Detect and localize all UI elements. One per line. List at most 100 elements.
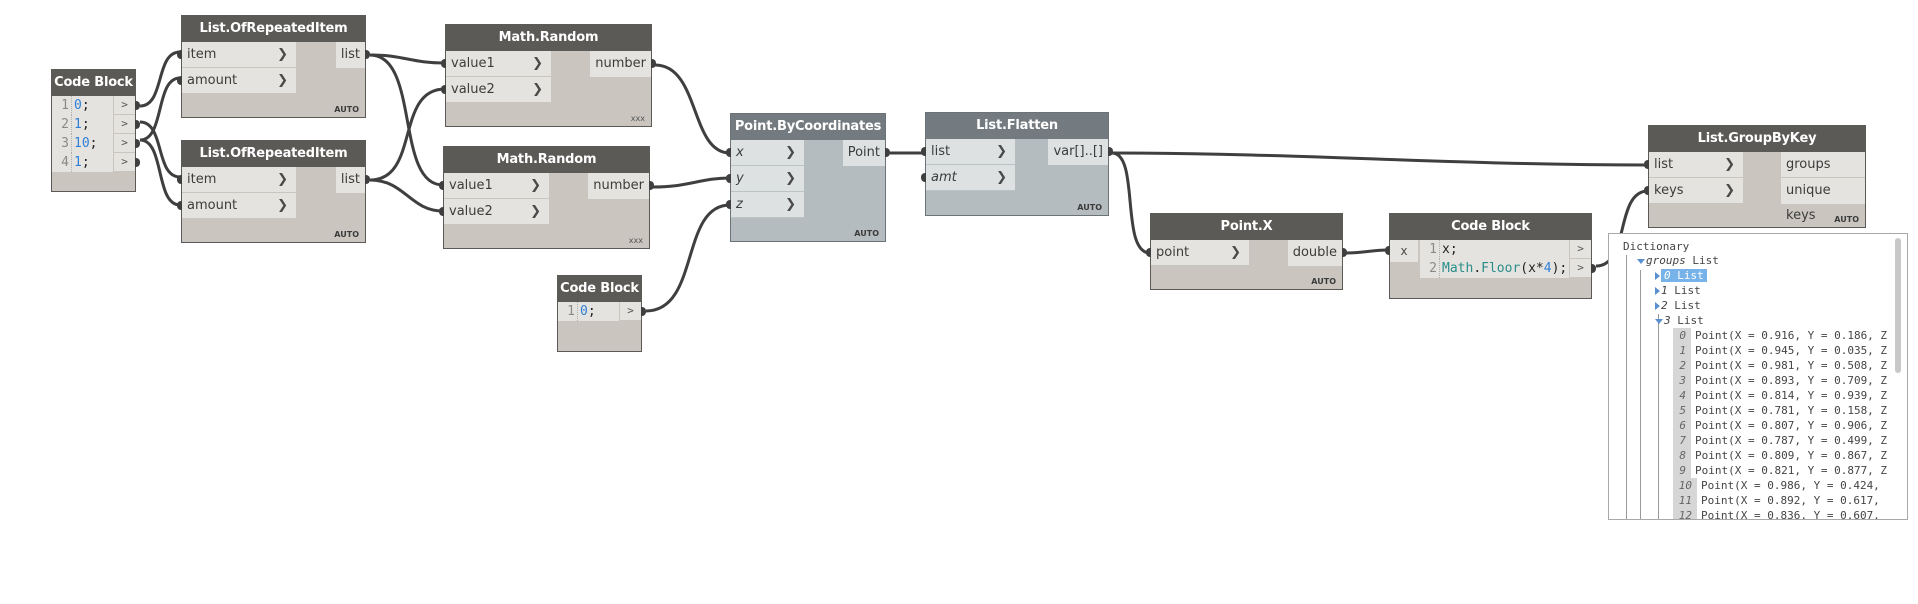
code-line[interactable]: 2 Math.Floor(x*4); xyxy=(1420,259,1570,278)
code-block-node[interactable]: Code Block 1 0; > xyxy=(557,275,646,352)
input-port-list[interactable]: list ❯ xyxy=(921,139,1015,165)
code-line[interactable]: 4 1; xyxy=(52,153,114,172)
lacing-indicator[interactable]: xxx xyxy=(631,114,645,123)
list-flatten-node[interactable]: List.Flatten list ❯ amt ❯ var[]..[] AUTO xyxy=(921,112,1113,216)
tree-item[interactable]: 11 Point(X = 0.892, Y = 0.617, xyxy=(1673,493,1880,508)
lacing-indicator[interactable]: AUTO xyxy=(334,105,359,114)
input-port-x[interactable]: x ❯ xyxy=(726,140,804,166)
wire-cb1-1-to-repeat2-item[interactable] xyxy=(139,120,181,179)
input-port-list[interactable]: list ❯ xyxy=(1644,152,1743,178)
lacing-indicator[interactable]: AUTO xyxy=(854,229,879,238)
expand-icon[interactable] xyxy=(1637,258,1645,264)
code-line[interactable]: 1 0; xyxy=(558,302,620,321)
node-title[interactable]: List.Flatten xyxy=(926,113,1108,139)
math-random-node[interactable]: Math.Random value1 ❯ value2 ❯ number xxx xyxy=(441,24,656,127)
lacing-indicator[interactable]: xxx xyxy=(629,236,643,245)
wire-cb1-2-to-repeat1-amount[interactable] xyxy=(139,76,181,142)
output-port-list[interactable]: list xyxy=(335,167,370,193)
output-port[interactable]: > xyxy=(113,153,140,172)
node-title[interactable]: Code Block xyxy=(52,70,135,96)
node-title[interactable]: Code Block xyxy=(1390,214,1591,240)
lacing-indicator[interactable]: AUTO xyxy=(334,230,359,239)
output-port-double[interactable]: double xyxy=(1287,240,1347,266)
collapse-icon[interactable] xyxy=(1655,287,1660,295)
collapse-icon[interactable] xyxy=(1655,302,1660,310)
wire-flatten-to-groupbykey-list[interactable] xyxy=(1111,151,1649,167)
wire-random1-to-point-x[interactable] xyxy=(654,63,731,155)
node-title[interactable]: List.OfRepeatedItem xyxy=(182,141,365,167)
point-x-node[interactable]: Point.X point ❯ double AUTO xyxy=(1146,213,1347,290)
tree-node-group[interactable]: 3 List xyxy=(1655,313,1704,328)
output-port-list[interactable]: list xyxy=(335,42,370,68)
output-port-groups[interactable]: groups xyxy=(1781,152,1865,178)
input-port-item[interactable]: item ❯ xyxy=(177,42,296,68)
node-title[interactable]: Point.ByCoordinates xyxy=(731,114,885,140)
input-port-amount[interactable]: amount ❯ xyxy=(177,193,296,219)
tree-item[interactable]: 5 Point(X = 0.781, Y = 0.158, Z xyxy=(1673,403,1887,418)
collapse-icon[interactable] xyxy=(1655,272,1660,280)
code-block-node[interactable]: Code Block x 1 x; 2 Math.Floor(x*4); > > xyxy=(1385,213,1596,299)
code-line[interactable]: 2 1; xyxy=(52,115,114,134)
code-block-node[interactable]: Code Block 1 0; 2 1; 3 10; 4 1; > > > > xyxy=(51,69,140,192)
wire-cb1-3-to-repeat2-amount[interactable] xyxy=(139,138,181,207)
input-port-value2[interactable]: value2 ❯ xyxy=(439,199,549,225)
tree-item[interactable]: 0 Point(X = 0.916, Y = 0.186, Z xyxy=(1673,328,1887,343)
wire-flatten-to-pointx-point[interactable] xyxy=(1111,151,1151,255)
list-of-repeated-item-node[interactable]: List.OfRepeatedItem item ❯ amount ❯ list A… xyxy=(177,15,370,118)
wire-repeat1-to-random1-value1[interactable] xyxy=(369,53,446,65)
node-title[interactable]: List.GroupByKey xyxy=(1649,126,1865,152)
node-title[interactable]: Math.Random xyxy=(446,25,651,51)
list-group-by-key-node[interactable]: List.GroupByKey list ❯ keys ❯ groups uniqu… xyxy=(1644,125,1866,228)
tree-node-group[interactable]: 0 List xyxy=(1655,268,1707,283)
input-port-keys[interactable]: keys ❯ xyxy=(1644,178,1743,204)
tree-item[interactable]: 2 Point(X = 0.981, Y = 0.508, Z xyxy=(1673,358,1887,373)
tree-item[interactable]: 9 Point(X = 0.821, Y = 0.877, Z xyxy=(1673,463,1887,478)
tree-item[interactable]: 1 Point(X = 0.945, Y = 0.035, Z xyxy=(1673,343,1887,358)
tree-item[interactable]: 6 Point(X = 0.807, Y = 0.906, Z xyxy=(1673,418,1887,433)
input-port-x[interactable]: x xyxy=(1385,240,1418,262)
input-port-value2[interactable]: value2 ❯ xyxy=(441,77,551,103)
tree-item[interactable]: 12 Point(X = 0.836, Y = 0.607, xyxy=(1673,508,1880,519)
tree-item[interactable]: 4 Point(X = 0.814, Y = 0.939, Z xyxy=(1673,388,1887,403)
output-port[interactable]: > xyxy=(619,302,646,321)
wire-random2-to-point-y[interactable] xyxy=(652,176,731,189)
node-title[interactable]: Code Block xyxy=(558,276,641,302)
wire-cb2-to-point-z[interactable] xyxy=(645,203,731,313)
point-by-coordinates-node[interactable]: Point.ByCoordinates x ❯ y ❯ z ❯ Point AUTO xyxy=(726,113,890,242)
preview-scrollbar[interactable] xyxy=(1895,238,1901,373)
output-port[interactable]: > xyxy=(113,134,140,153)
output-port[interactable]: > xyxy=(1569,259,1596,278)
list-of-repeated-item-node[interactable]: List.OfRepeatedItem item ❯ amount ❯ list A… xyxy=(177,140,370,243)
output-port-point[interactable]: Point xyxy=(842,140,890,166)
output-port-var[interactable]: var[]..[] xyxy=(1048,139,1113,165)
output-port[interactable]: > xyxy=(113,96,140,115)
input-port-point[interactable]: point ❯ xyxy=(1146,240,1249,266)
tree-item[interactable]: 10 Point(X = 0.986, Y = 0.424, xyxy=(1673,478,1880,493)
node-title[interactable]: Math.Random xyxy=(444,147,649,173)
lacing-indicator[interactable]: AUTO xyxy=(1077,203,1102,212)
output-port[interactable]: > xyxy=(113,115,140,134)
tree-item[interactable]: 3 Point(X = 0.893, Y = 0.709, Z xyxy=(1673,373,1887,388)
input-port-value1[interactable]: value1 ❯ xyxy=(441,51,551,77)
output-port-number[interactable]: number xyxy=(590,51,656,77)
input-port-value1[interactable]: value1 ❯ xyxy=(439,173,549,199)
tree-item[interactable]: 8 Point(X = 0.809, Y = 0.867, Z xyxy=(1673,448,1887,463)
tree-node-groups[interactable]: groups List xyxy=(1637,253,1719,268)
lacing-indicator[interactable]: AUTO xyxy=(1311,277,1336,286)
expand-icon[interactable] xyxy=(1655,318,1663,324)
math-random-node[interactable]: Math.Random value1 ❯ value2 ❯ number xxx xyxy=(439,146,654,249)
output-port-number[interactable]: number xyxy=(588,173,654,199)
wire-repeat2-to-random2-value2[interactable] xyxy=(369,178,444,213)
input-port-amount[interactable]: amount ❯ xyxy=(177,68,296,94)
wire-pointx-to-cb3-x[interactable] xyxy=(1345,248,1390,255)
code-line[interactable]: 3 10; xyxy=(52,134,114,153)
input-port-z[interactable]: z ❯ xyxy=(726,192,804,218)
wire-repeat2-to-random1-value2[interactable] xyxy=(369,87,446,182)
wire-repeat1-to-random2-value1[interactable] xyxy=(369,53,444,187)
input-port-amt[interactable]: amt ❯ xyxy=(921,165,1015,191)
wire-cb1-0-to-repeat1-item[interactable] xyxy=(139,50,181,108)
tree-node-group[interactable]: 2 List xyxy=(1655,298,1701,313)
input-port-item[interactable]: item ❯ xyxy=(177,167,296,193)
output-port[interactable]: > xyxy=(1569,240,1591,259)
code-line[interactable]: 1 x; xyxy=(1420,240,1570,259)
